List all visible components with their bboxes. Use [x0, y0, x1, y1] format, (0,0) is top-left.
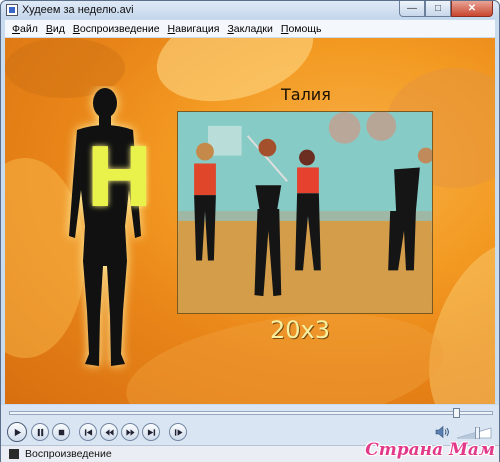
body-type-letter: Н: [85, 131, 154, 226]
seek-bar[interactable]: [9, 411, 493, 415]
menu-navigation[interactable]: Навигация: [164, 23, 224, 35]
rewind-icon: [104, 428, 114, 436]
app-icon[interactable]: [6, 4, 18, 16]
menu-help[interactable]: Помощь: [277, 23, 326, 35]
exercise-title: Талия: [281, 85, 331, 104]
stop-icon: [58, 429, 64, 435]
caption-buttons: — □ ✕: [399, 1, 493, 17]
video-area[interactable]: Н Талия 20x3: [5, 38, 495, 404]
stop-button[interactable]: [52, 423, 70, 441]
playback-state-icon: [9, 449, 19, 459]
volume-slider[interactable]: [456, 427, 492, 439]
status-bar: Воспроизведение Страна Мам: [1, 440, 499, 462]
play-icon: [14, 428, 21, 436]
seek-thumb[interactable]: [452, 408, 460, 418]
maximize-button[interactable]: □: [425, 1, 451, 17]
skip-back-icon: [84, 428, 92, 436]
pause-button[interactable]: [31, 423, 49, 441]
menu-view[interactable]: Вид: [42, 23, 69, 35]
menu-bookmarks[interactable]: Закладки: [223, 23, 276, 35]
minimize-button[interactable]: —: [399, 1, 425, 17]
status-text: Воспроизведение: [25, 448, 112, 460]
skip-back-button[interactable]: [79, 423, 97, 441]
menu-file[interactable]: Файл: [8, 23, 42, 35]
frame-step-icon: [174, 428, 183, 436]
repetitions-label: 20x3: [270, 316, 331, 344]
playback-controls: [1, 405, 499, 445]
watermark-logo: Страна Мам: [365, 440, 495, 460]
rewind-button[interactable]: [100, 423, 118, 441]
media-player-window: Худеем за неделю.avi — □ ✕ Файл Вид Восп…: [0, 0, 500, 462]
fast-forward-icon: [125, 428, 135, 436]
frame-step-button[interactable]: [169, 423, 187, 441]
background-shape: [146, 38, 324, 118]
pause-icon: [37, 428, 43, 436]
exercise-video-inset: [177, 111, 433, 314]
window-title: Худеем за неделю.avi: [22, 4, 134, 16]
skip-forward-icon: [147, 428, 155, 436]
close-button[interactable]: ✕: [451, 1, 493, 17]
menu-bar: Файл Вид Воспроизведение Навигация Закла…: [5, 20, 495, 37]
skip-forward-button[interactable]: [142, 423, 160, 441]
menu-playback[interactable]: Воспроизведение: [69, 23, 164, 35]
title-bar[interactable]: Худеем за неделю.avi — □ ✕: [1, 1, 499, 19]
play-button[interactable]: [7, 422, 27, 442]
volume-icon[interactable]: [435, 425, 451, 439]
fast-forward-button[interactable]: [121, 423, 139, 441]
transport-buttons: [7, 422, 190, 442]
